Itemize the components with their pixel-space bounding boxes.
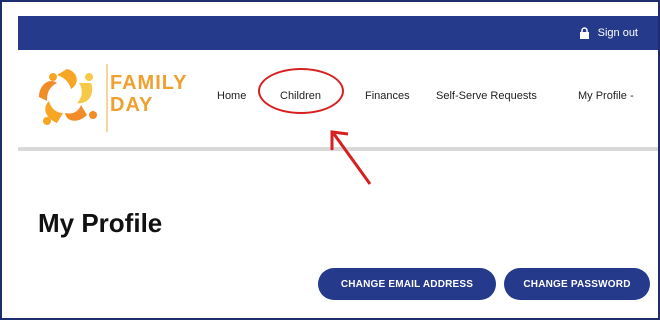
screenshot-frame: Sign out FAMILY DAY Home Children Financ… — [0, 0, 660, 320]
change-email-button[interactable]: CHANGE EMAIL ADDRESS — [318, 268, 496, 300]
change-password-button[interactable]: CHANGE PASSWORD — [504, 268, 650, 300]
page-title: My Profile — [38, 208, 163, 238]
